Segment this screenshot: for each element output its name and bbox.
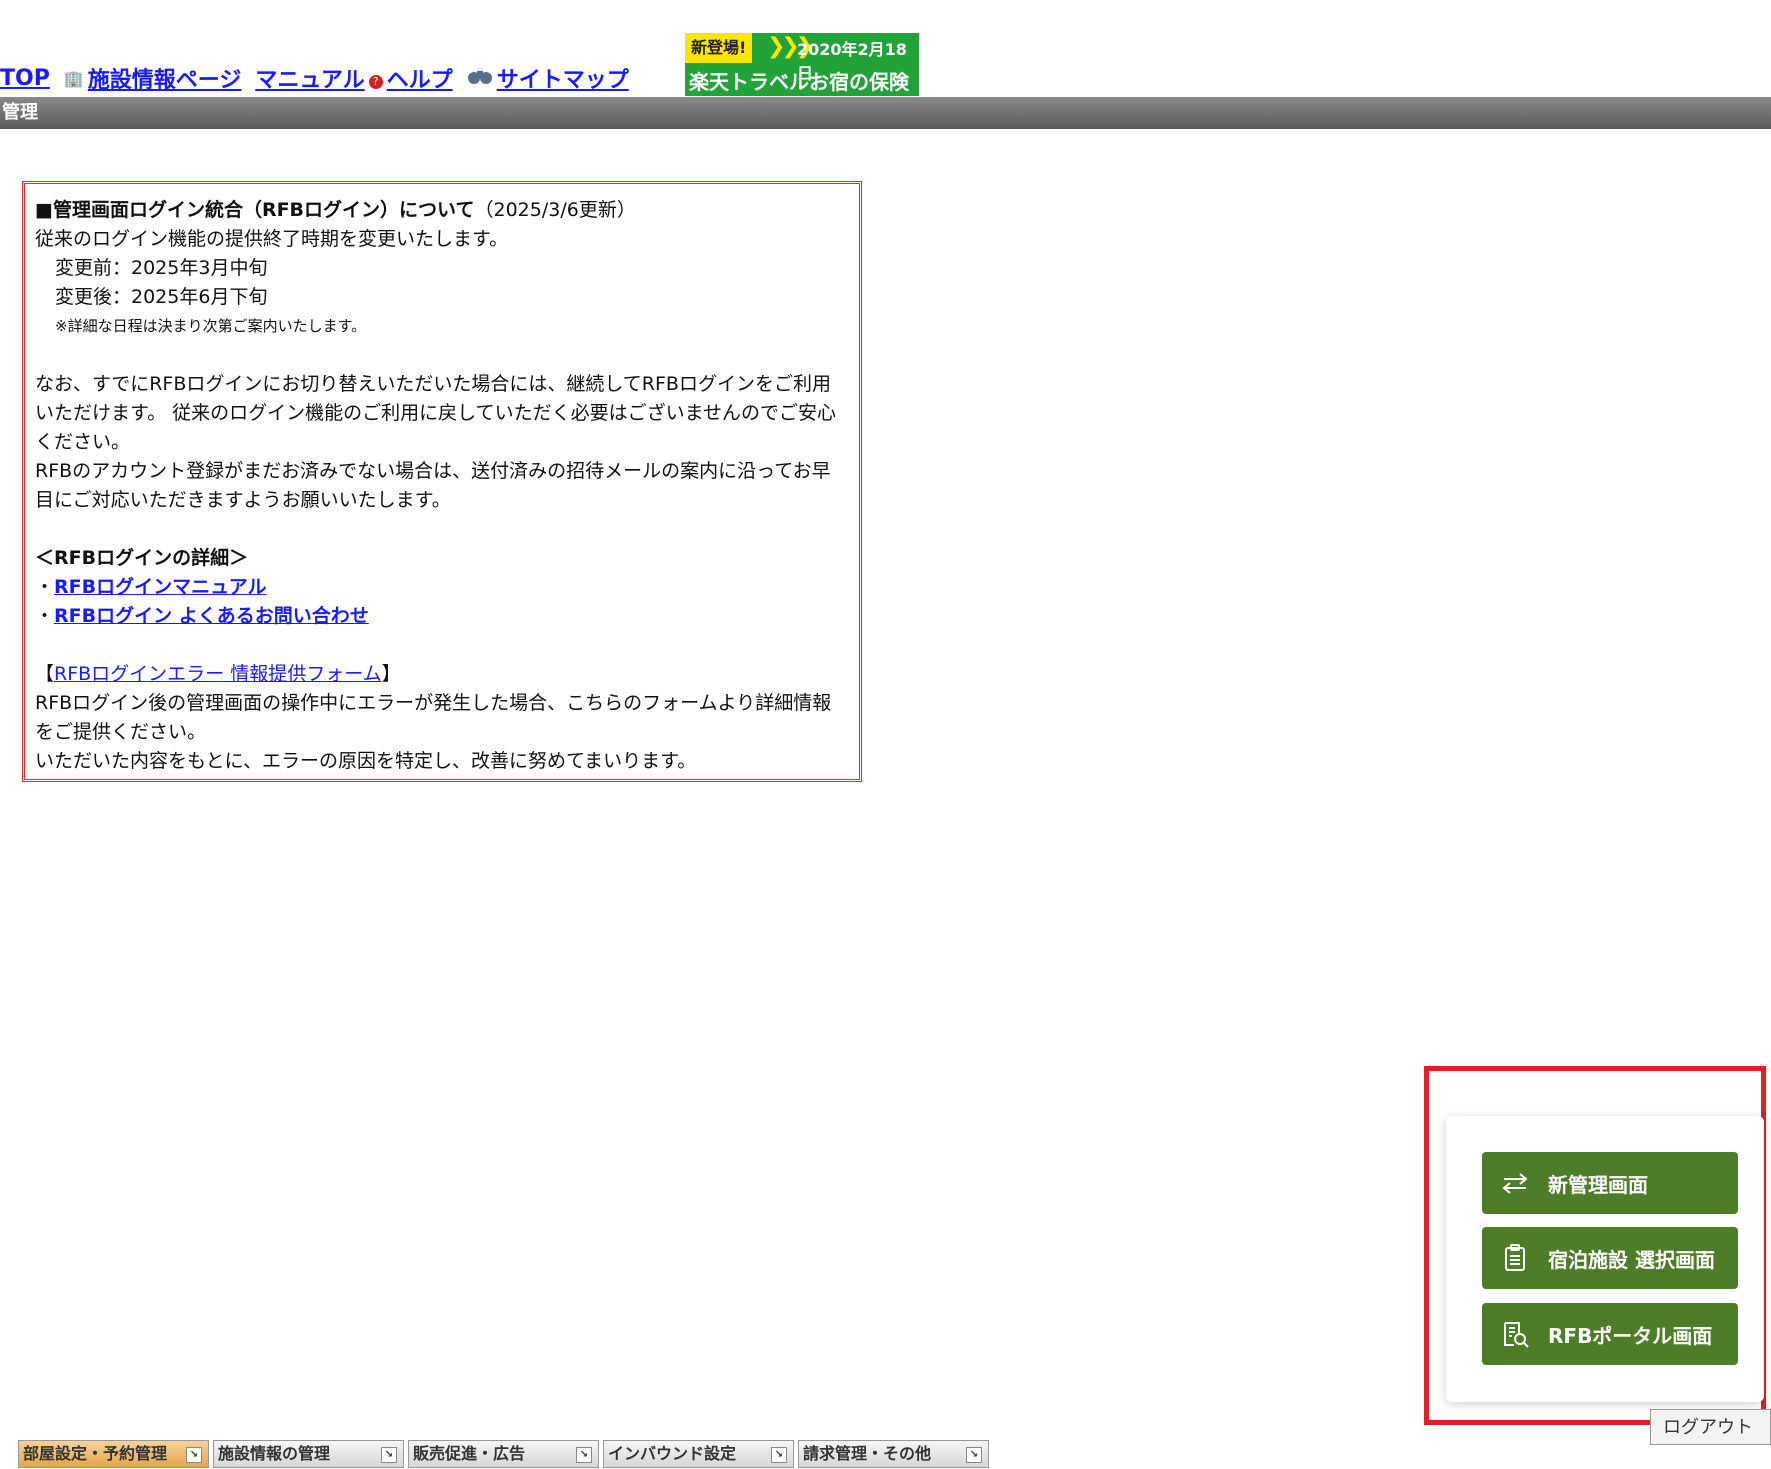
- notice-details-heading: ＜RFBログインの詳細＞: [35, 547, 249, 569]
- error-form-link[interactable]: RFBログインエラー 情報提供フォーム: [54, 663, 382, 685]
- insurance-banner[interactable]: 新登場! ❯❯❯ 2020年2月18日 楽天トラベルお宿の保険: [685, 33, 919, 96]
- notice-para1: なお、すでにRFBログインにお切り替えいただいた場合には、継続してRFBログイン…: [35, 373, 837, 453]
- nav-sitemap[interactable]: サイトマップ: [467, 62, 629, 94]
- bullet: ・: [35, 605, 55, 627]
- tab-inbound[interactable]: インバウンド設定 ↘: [603, 1440, 794, 1468]
- arrow-icon: ↘: [771, 1447, 787, 1463]
- arrow-icon: ↘: [186, 1447, 202, 1463]
- notice-heading: ■管理画面ログイン統合（RFBログイン）について: [35, 199, 475, 221]
- nav-help-link[interactable]: ヘルプ: [387, 62, 453, 94]
- notice-note: ※詳細な日程は決まり次第ご案内いたします。: [55, 317, 367, 335]
- nav-top[interactable]: TOP: [0, 66, 50, 91]
- document-search-icon: [1500, 1319, 1530, 1349]
- portal-menu: 新管理画面 宿泊施設 選択画面 RFBポータル画面: [1446, 1116, 1764, 1402]
- banner-top: 新登場! ❯❯❯ 2020年2月18日: [685, 33, 919, 83]
- section-bar: 管理: [0, 97, 1771, 129]
- tab-label: 請求管理・その他: [803, 1444, 932, 1463]
- tab-label: 施設情報の管理: [218, 1444, 331, 1463]
- new-admin-label: 新管理画面: [1548, 1172, 1648, 1197]
- swap-arrows-icon: [1500, 1168, 1530, 1198]
- facility-select-label: 宿泊施設 選択画面: [1548, 1247, 1715, 1272]
- tab-label: 販売促進・広告: [413, 1444, 526, 1463]
- facility-select-button[interactable]: 宿泊施設 選択画面: [1482, 1227, 1738, 1289]
- nav-manual[interactable]: マニュアル: [255, 62, 364, 94]
- tab-room-reservation[interactable]: 部屋設定・予約管理 ↘: [18, 1440, 209, 1468]
- rfb-faq-link[interactable]: RFBログイン よくあるお問い合わせ: [54, 605, 369, 627]
- arrow-icon: ↘: [576, 1447, 592, 1463]
- rfb-login-notice: ■管理画面ログイン統合（RFBログイン）について（2025/3/6更新） 従来の…: [22, 181, 862, 782]
- banner-title: 楽天トラベルお宿の保険: [689, 70, 909, 94]
- notice-link-row-manual: ・RFBログインマニュアル: [35, 573, 849, 602]
- nav-manual-link[interactable]: マニュアル: [255, 62, 364, 94]
- notice-after: 変更後：2025年6月下旬: [55, 286, 268, 308]
- building-icon: 🏢: [63, 68, 84, 88]
- bracket-close: 】: [381, 663, 401, 685]
- bottom-tabs: 部屋設定・予約管理 ↘ 施設情報の管理 ↘ 販売促進・広告 ↘ インバウンド設定…: [18, 1440, 993, 1469]
- nav-facility[interactable]: 🏢 施設情報ページ: [64, 62, 241, 94]
- notice-heading-date: （2025/3/6更新）: [474, 199, 636, 221]
- top-nav: TOP 🏢 施設情報ページ マニュアル ? ヘルプ サイトマップ: [0, 60, 643, 96]
- nav-top-link[interactable]: TOP: [0, 66, 50, 91]
- new-admin-button[interactable]: 新管理画面: [1482, 1152, 1738, 1214]
- notice-before: 変更前：2025年3月中旬: [55, 257, 268, 279]
- notice-para3: RFBログイン後の管理画面の操作中にエラーが発生した場合、こちらのフォームより詳…: [35, 692, 832, 743]
- rfb-portal-button[interactable]: RFBポータル画面: [1482, 1303, 1738, 1365]
- notice-para4: いただいた内容をもとに、エラーの原因を特定し、改善に努めてまいります。: [35, 750, 697, 772]
- tab-label: 部屋設定・予約管理: [23, 1444, 168, 1463]
- tab-label: インバウンド設定: [608, 1444, 737, 1463]
- notice-heading-line: ■管理画面ログイン統合（RFBログイン）について（2025/3/6更新）: [35, 196, 849, 225]
- rfb-portal-label: RFBポータル画面: [1548, 1323, 1713, 1348]
- clipboard-icon: [1500, 1243, 1530, 1273]
- arrow-icon: ↘: [966, 1447, 982, 1463]
- help-icon: ?: [368, 75, 383, 89]
- notice-line1: 従来のログイン機能の提供終了時期を変更いたします。: [35, 228, 509, 250]
- logout-button[interactable]: ログアウト: [1650, 1409, 1771, 1445]
- nav-sitemap-link[interactable]: サイトマップ: [497, 62, 629, 94]
- nav-help[interactable]: ? ヘルプ: [368, 62, 453, 94]
- binoculars-icon: [467, 67, 493, 89]
- section-title: 管理: [2, 102, 38, 123]
- tab-promotion[interactable]: 販売促進・広告 ↘: [408, 1440, 599, 1468]
- arrow-icon: ↘: [381, 1447, 397, 1463]
- bullet: ・: [35, 576, 55, 598]
- rfb-manual-link[interactable]: RFBログインマニュアル: [54, 576, 267, 598]
- notice-error-form-row: 【RFBログインエラー 情報提供フォーム】: [35, 660, 849, 689]
- nav-facility-link[interactable]: 施設情報ページ: [88, 62, 242, 94]
- tab-billing[interactable]: 請求管理・その他 ↘: [798, 1440, 989, 1468]
- bracket-open: 【: [35, 663, 55, 685]
- notice-link-row-faq: ・RFBログイン よくあるお問い合わせ: [35, 602, 849, 631]
- tab-facility-info[interactable]: 施設情報の管理 ↘: [213, 1440, 404, 1468]
- notice-para2: RFBのアカウント登録がまだお済みでない場合は、送付済みの招待メールの案内に沿っ…: [35, 460, 831, 511]
- banner-new-label: 新登場!: [685, 33, 753, 63]
